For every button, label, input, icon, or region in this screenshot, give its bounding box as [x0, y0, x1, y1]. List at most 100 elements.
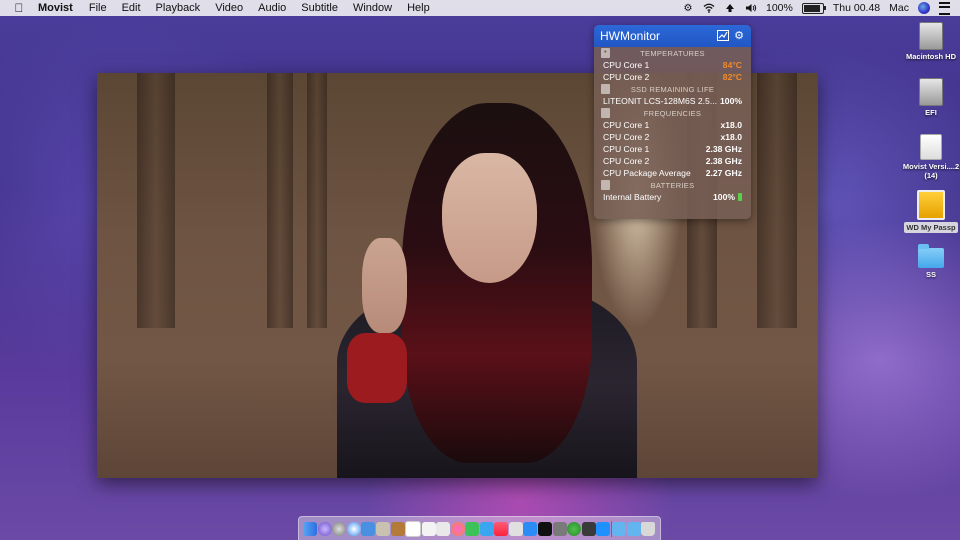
section-temperatures: • TEMPERATURES: [594, 47, 751, 59]
chip-icon: [601, 108, 610, 118]
sensor-value: 2.38 GHz: [705, 144, 742, 154]
battery-icon[interactable]: [801, 2, 826, 14]
hwmonitor-titlebar: HWMonitor ⚙: [594, 25, 751, 47]
sensor-value: 2.27 GHz: [705, 168, 742, 178]
desktop-icon-label: SS: [925, 270, 936, 279]
desktop-icon-macintosh-hd[interactable]: Macintosh HD: [901, 22, 960, 61]
desktop-icon-label: Macintosh HD: [905, 52, 956, 61]
menu-extras: ⚙ 100% Thu 00.48 Mac: [682, 0, 960, 16]
downloads-folder-icon[interactable]: [612, 521, 627, 536]
movist-icon[interactable]: [581, 521, 596, 536]
desktop-icon-wd-passport[interactable]: WD My Passp: [901, 190, 960, 233]
apple-menu-icon[interactable]: : [12, 1, 26, 15]
list-item: CPU Package Average 2.27 GHz: [594, 167, 751, 179]
video-frame-tree: [307, 73, 327, 328]
menu-video[interactable]: Video: [215, 2, 243, 14]
menu-playback[interactable]: Playback: [156, 2, 201, 14]
list-item: CPU Core 2 x18.0: [594, 131, 751, 143]
sensor-label: LITEONIT LCS-128M6S 2.5...: [603, 96, 717, 106]
volume-icon[interactable]: [745, 3, 757, 14]
battery-level-fill: [803, 4, 820, 12]
sensor-value: x18.0: [720, 120, 742, 130]
app-store-icon[interactable]: [523, 521, 538, 536]
battery-percent[interactable]: 100%: [766, 2, 793, 14]
menu-subtitle[interactable]: Subtitle: [301, 2, 338, 14]
gear-icon[interactable]: ⚙: [733, 30, 745, 42]
textedit-icon[interactable]: [421, 521, 436, 536]
mail-icon[interactable]: [361, 521, 376, 536]
video-frame-figure-sleeve: [347, 333, 407, 403]
terminal-icon[interactable]: [538, 521, 553, 536]
video-frame-tree: [137, 73, 175, 328]
sensor-value: 84°C: [722, 60, 742, 70]
list-item: CPU Core 2 82°C: [594, 71, 751, 83]
list-item: Internal Battery 100%: [594, 191, 751, 203]
folder-icon: [918, 244, 944, 268]
dock: [298, 516, 661, 540]
calendar-icon[interactable]: [405, 520, 422, 537]
user-name[interactable]: Mac: [889, 2, 909, 14]
external-drive-icon: [917, 190, 945, 220]
desktop-icon-label: WD My Passp: [904, 222, 958, 233]
sensor-label: Internal Battery: [603, 192, 662, 202]
facetime-icon[interactable]: [479, 521, 494, 536]
sensor-label: CPU Core 2: [603, 72, 650, 82]
desktop-icon-movist-disk[interactable]: Movist Versi....2 (14): [901, 134, 960, 180]
section-frequencies: FREQUENCIES: [594, 107, 751, 119]
section-title: BATTERIES: [650, 180, 695, 190]
menu-file[interactable]: File: [89, 2, 107, 14]
sensor-label: CPU Core 1: [603, 120, 650, 130]
documents-folder-icon[interactable]: [626, 521, 641, 536]
safari-icon[interactable]: [346, 521, 361, 536]
photos-icon[interactable]: [450, 521, 465, 536]
finder-icon[interactable]: [303, 521, 318, 536]
contacts-icon[interactable]: [376, 521, 390, 536]
menu-window[interactable]: Window: [353, 2, 392, 14]
desktop-icon-efi[interactable]: EFI: [901, 78, 960, 117]
system-preferences-icon[interactable]: [552, 521, 567, 536]
spotify-icon[interactable]: [567, 521, 582, 536]
drive-icon: [601, 84, 610, 94]
section-ssd: SSD REMAINING LIFE: [594, 83, 751, 95]
reminders-icon[interactable]: [436, 521, 451, 536]
sensor-label: CPU Core 1: [603, 144, 650, 154]
hwmonitor-title: HWMonitor: [600, 29, 661, 43]
thermometer-icon: •: [601, 48, 610, 58]
teamviewer-icon[interactable]: [596, 521, 611, 536]
trash-icon[interactable]: [641, 521, 656, 536]
messages-icon[interactable]: [465, 521, 480, 536]
ibooks-icon[interactable]: [508, 521, 523, 536]
video-frame-tree: [267, 73, 293, 328]
list-item: CPU Core 1 84°C: [594, 59, 751, 71]
menu-help[interactable]: Help: [407, 2, 430, 14]
menu-edit[interactable]: Edit: [122, 2, 141, 14]
disk-image-icon: [920, 134, 942, 160]
app-status-icon[interactable]: ⚙: [682, 3, 694, 14]
launchpad-icon[interactable]: [332, 521, 347, 536]
list-icon[interactable]: [939, 1, 950, 15]
section-title: FREQUENCIES: [643, 108, 702, 118]
desktop-icon-label: EFI: [925, 108, 937, 117]
desktop-icon-ss-folder[interactable]: SS: [901, 244, 960, 279]
video-frame-figure-face: [442, 153, 537, 283]
sensor-label: CPU Core 1: [603, 60, 650, 70]
hard-drive-icon: [919, 22, 943, 50]
siri-dock-icon[interactable]: [317, 521, 332, 536]
list-item: CPU Core 2 2.38 GHz: [594, 155, 751, 167]
sensor-value: 82°C: [722, 72, 742, 82]
video-frame-figure-hand: [362, 238, 407, 333]
menu-audio[interactable]: Audio: [258, 2, 286, 14]
notes-icon[interactable]: [390, 521, 405, 536]
graph-icon[interactable]: [717, 30, 729, 42]
list-item: CPU Core 1 2.38 GHz: [594, 143, 751, 155]
music-icon[interactable]: [494, 521, 509, 536]
wifi-icon[interactable]: [703, 3, 715, 14]
sensor-label: CPU Core 2: [603, 132, 650, 142]
section-batteries: BATTERIES: [594, 179, 751, 191]
sensor-value: x18.0: [720, 132, 742, 142]
siri-icon[interactable]: [918, 2, 930, 14]
clock[interactable]: Thu 00.48: [833, 2, 880, 14]
sensor-value: 100%: [713, 192, 735, 202]
menu-app-name[interactable]: Movist: [38, 2, 73, 14]
upload-icon[interactable]: [724, 3, 736, 14]
